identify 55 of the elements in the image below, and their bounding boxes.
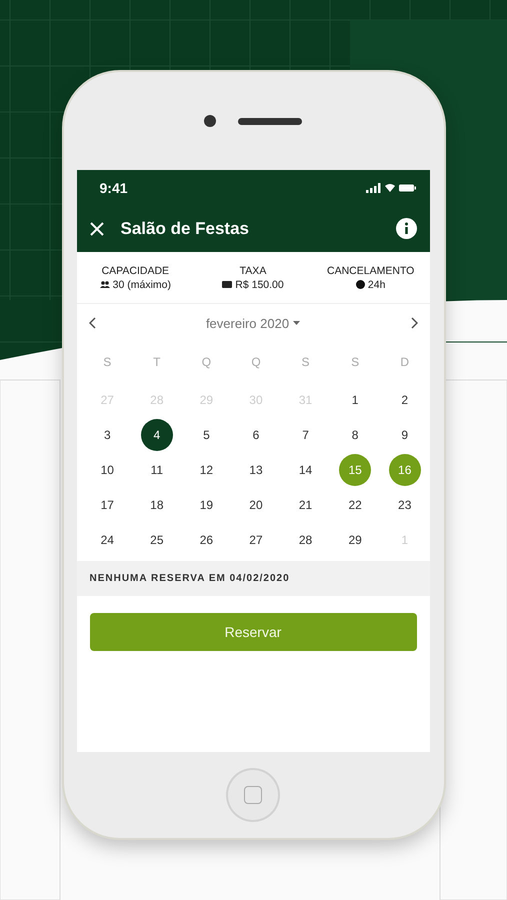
status-icons xyxy=(366,182,416,192)
calendar-day[interactable]: 25 xyxy=(140,524,173,556)
people-icon xyxy=(100,281,110,288)
calendar-day[interactable]: 29 xyxy=(339,524,372,556)
weekday-label: S xyxy=(103,355,112,369)
calendar-day[interactable]: 6 xyxy=(240,418,272,450)
banknote-icon xyxy=(222,281,232,288)
calendar-day[interactable]: 21 xyxy=(290,488,322,520)
clock-icon xyxy=(356,280,365,289)
chevron-right-icon[interactable] xyxy=(410,317,418,329)
info-icon[interactable] xyxy=(396,218,416,239)
calendar-day[interactable]: 4 xyxy=(140,418,173,450)
screen-title: Salão de Festas xyxy=(120,218,250,238)
calendar-day[interactable]: 7 xyxy=(290,418,322,450)
status-time: 9:41 xyxy=(100,180,128,196)
caret-icon[interactable] xyxy=(293,321,300,325)
calendar-day[interactable]: 24 xyxy=(91,524,124,556)
calendar-day[interactable]: 27 xyxy=(240,524,272,556)
stat-label: CAPACIDADE xyxy=(102,264,170,276)
camera-icon xyxy=(204,115,216,127)
calendar-day[interactable]: 11 xyxy=(140,454,173,486)
calendar-day[interactable]: 17 xyxy=(91,488,124,520)
calendar-day[interactable]: 2 xyxy=(388,384,421,416)
weekday-label: S xyxy=(351,355,360,369)
weekday-label: Q xyxy=(202,355,212,369)
calendar-day[interactable]: 5 xyxy=(190,418,222,450)
calendar-day[interactable]: 22 xyxy=(339,488,372,520)
calendar-day[interactable]: 8 xyxy=(339,418,372,450)
stat-label: CANCELAMENTO xyxy=(327,264,414,276)
chevron-left-icon[interactable] xyxy=(88,317,96,329)
weekday-label: T xyxy=(153,355,161,369)
calendar-day[interactable]: 1 xyxy=(339,384,372,416)
calendar-day[interactable]: 18 xyxy=(140,488,173,520)
calendar-day[interactable]: 13 xyxy=(240,454,272,486)
calendar-day[interactable]: 3 xyxy=(91,418,124,450)
calendar-day[interactable]: 12 xyxy=(190,454,222,486)
calendar-day[interactable]: 10 xyxy=(91,454,124,486)
calendar-day[interactable]: 20 xyxy=(240,488,272,520)
calendar-day[interactable]: 14 xyxy=(290,454,322,486)
stat-label: TAXA xyxy=(240,264,266,276)
close-icon[interactable] xyxy=(90,222,104,236)
calendar-day[interactable]: 19 xyxy=(190,488,222,520)
stat-value: 30 (máximo) xyxy=(112,278,172,290)
weekday-label: D xyxy=(400,355,410,369)
notice-text: NENHUMA RESERVA EM 04/02/2020 xyxy=(90,573,290,584)
calendar-day[interactable]: 9 xyxy=(388,418,421,450)
speaker-icon xyxy=(238,118,302,124)
calendar-day[interactable]: 26 xyxy=(190,524,222,556)
calendar-day[interactable]: 28 xyxy=(290,524,322,556)
month-title[interactable]: fevereiro 2020 xyxy=(206,316,290,330)
stat-value: 24h xyxy=(368,278,386,290)
stat-value: R$ 150.00 xyxy=(235,278,284,290)
calendar-day[interactable]: 23 xyxy=(388,488,421,520)
weekday-label: S xyxy=(302,355,310,369)
weekday-label: Q xyxy=(251,355,261,369)
